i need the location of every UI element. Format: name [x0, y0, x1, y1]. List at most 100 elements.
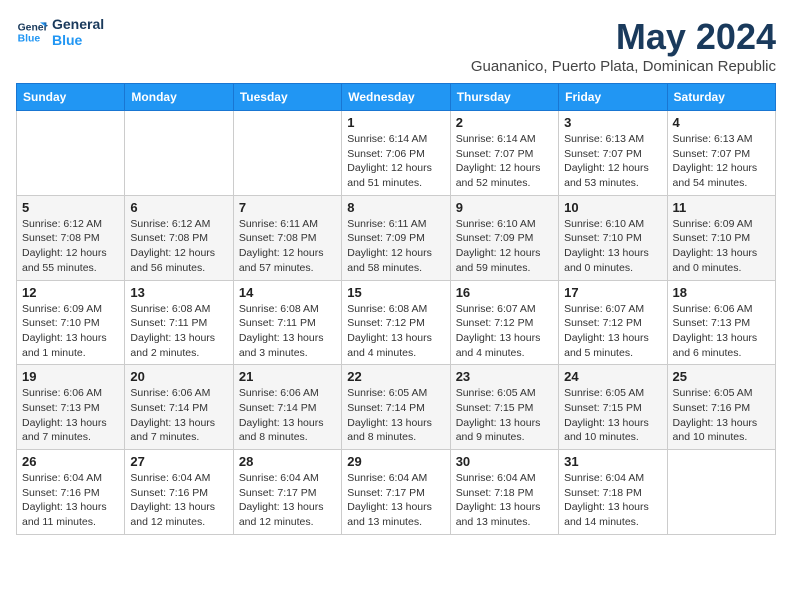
date-number: 15 — [347, 285, 444, 300]
calendar-cell: 31Sunrise: 6:04 AM Sunset: 7:18 PM Dayli… — [559, 450, 667, 535]
calendar-cell: 1 Sunrise: 6:14 AM Sunset: 7:06 PM Daylig… — [342, 111, 450, 196]
day-header-wednesday: Wednesday — [342, 84, 450, 111]
cell-info: Sunrise: 6:14 AM Sunset: 7:06 PM Dayligh… — [347, 132, 444, 191]
date-number: 8 — [347, 200, 444, 215]
date-number: 17 — [564, 285, 661, 300]
logo-line1: General — [52, 16, 104, 32]
cell-info: Sunrise: 6:08 AM Sunset: 7:11 PM Dayligh… — [239, 302, 336, 361]
date-number: 21 — [239, 369, 336, 384]
date-number: 26 — [22, 454, 119, 469]
date-number: 2 — [456, 115, 553, 130]
header: General Blue General Blue May 2024 Guana… — [16, 16, 776, 75]
day-header-tuesday: Tuesday — [233, 84, 341, 111]
day-header-sunday: Sunday — [17, 84, 125, 111]
calendar-cell: 19Sunrise: 6:06 AM Sunset: 7:13 PM Dayli… — [17, 365, 125, 450]
calendar-cell: 15 Sunrise: 6:08 AM Sunset: 7:12 PM Dayli… — [342, 280, 450, 365]
date-number: 25 — [673, 369, 770, 384]
date-number: 31 — [564, 454, 661, 469]
date-number: 4 — [673, 115, 770, 130]
date-number: 28 — [239, 454, 336, 469]
calendar-cell: 26 Sunrise: 6:04 AM Sunset: 7:16 PM Dayli… — [17, 450, 125, 535]
cell-info: Sunrise: 6:04 AM Sunset: 7:17 PM Dayligh… — [239, 471, 336, 530]
calendar-cell: 25 Sunrise: 6:05 AM Sunset: 7:16 PM Dayli… — [667, 365, 775, 450]
cell-info: Sunrise: 6:07 AM Sunset: 7:12 PM Dayligh… — [564, 302, 661, 361]
cell-info: Sunrise: 6:05 AM Sunset: 7:14 PM Dayligh… — [347, 386, 444, 445]
calendar-cell: 17 Sunrise: 6:07 AM Sunset: 7:12 PM Dayli… — [559, 280, 667, 365]
calendar-cell: 14 Sunrise: 6:08 AM Sunset: 7:11 PM Dayli… — [233, 280, 341, 365]
week-row-5: 26 Sunrise: 6:04 AM Sunset: 7:16 PM Dayli… — [17, 450, 776, 535]
date-number: 19 — [22, 369, 119, 384]
date-number: 3 — [564, 115, 661, 130]
calendar-cell — [17, 111, 125, 196]
calendar-cell: 4 Sunrise: 6:13 AM Sunset: 7:07 PM Daylig… — [667, 111, 775, 196]
cell-info: Sunrise: 6:14 AM Sunset: 7:07 PM Dayligh… — [456, 132, 553, 191]
cell-info: Sunrise: 6:07 AM Sunset: 7:12 PM Dayligh… — [456, 302, 553, 361]
calendar-cell: 9 Sunrise: 6:10 AM Sunset: 7:09 PM Daylig… — [450, 195, 558, 280]
cell-info: Sunrise: 6:09 AM Sunset: 7:10 PM Dayligh… — [673, 217, 770, 276]
calendar-cell: 7Sunrise: 6:11 AM Sunset: 7:08 PM Daylig… — [233, 195, 341, 280]
calendar-cell: 27 Sunrise: 6:04 AM Sunset: 7:16 PM Dayli… — [125, 450, 233, 535]
calendar-cell: 23 Sunrise: 6:05 AM Sunset: 7:15 PM Dayli… — [450, 365, 558, 450]
cell-info: Sunrise: 6:10 AM Sunset: 7:10 PM Dayligh… — [564, 217, 661, 276]
cell-info: Sunrise: 6:10 AM Sunset: 7:09 PM Dayligh… — [456, 217, 553, 276]
calendar-cell — [125, 111, 233, 196]
date-number: 9 — [456, 200, 553, 215]
cell-info: Sunrise: 6:05 AM Sunset: 7:15 PM Dayligh… — [456, 386, 553, 445]
calendar-cell: 8 Sunrise: 6:11 AM Sunset: 7:09 PM Daylig… — [342, 195, 450, 280]
cell-info: Sunrise: 6:06 AM Sunset: 7:14 PM Dayligh… — [239, 386, 336, 445]
svg-text:Blue: Blue — [18, 34, 41, 45]
date-number: 6 — [130, 200, 227, 215]
week-row-2: 5Sunrise: 6:12 AM Sunset: 7:08 PM Daylig… — [17, 195, 776, 280]
month-title: May 2024 — [471, 16, 776, 58]
week-row-4: 19Sunrise: 6:06 AM Sunset: 7:13 PM Dayli… — [17, 365, 776, 450]
calendar-cell: 28 Sunrise: 6:04 AM Sunset: 7:17 PM Dayli… — [233, 450, 341, 535]
date-number: 1 — [347, 115, 444, 130]
cell-info: Sunrise: 6:05 AM Sunset: 7:16 PM Dayligh… — [673, 386, 770, 445]
date-number: 10 — [564, 200, 661, 215]
logo: General Blue General Blue — [16, 16, 104, 48]
calendar-cell: 10 Sunrise: 6:10 AM Sunset: 7:10 PM Dayli… — [559, 195, 667, 280]
cell-info: Sunrise: 6:04 AM Sunset: 7:16 PM Dayligh… — [22, 471, 119, 530]
cell-info: Sunrise: 6:08 AM Sunset: 7:12 PM Dayligh… — [347, 302, 444, 361]
calendar-cell — [233, 111, 341, 196]
calendar-cell: 13Sunrise: 6:08 AM Sunset: 7:11 PM Dayli… — [125, 280, 233, 365]
logo-icon: General Blue — [16, 16, 48, 48]
cell-info: Sunrise: 6:09 AM Sunset: 7:10 PM Dayligh… — [22, 302, 119, 361]
week-row-3: 12Sunrise: 6:09 AM Sunset: 7:10 PM Dayli… — [17, 280, 776, 365]
cell-info: Sunrise: 6:11 AM Sunset: 7:09 PM Dayligh… — [347, 217, 444, 276]
calendar-cell: 16 Sunrise: 6:07 AM Sunset: 7:12 PM Dayli… — [450, 280, 558, 365]
day-header-monday: Monday — [125, 84, 233, 111]
cell-info: Sunrise: 6:11 AM Sunset: 7:08 PM Dayligh… — [239, 217, 336, 276]
day-header-friday: Friday — [559, 84, 667, 111]
day-header-saturday: Saturday — [667, 84, 775, 111]
calendar-table: SundayMondayTuesdayWednesdayThursdayFrid… — [16, 83, 776, 535]
calendar-cell: 22 Sunrise: 6:05 AM Sunset: 7:14 PM Dayli… — [342, 365, 450, 450]
cell-info: Sunrise: 6:08 AM Sunset: 7:11 PM Dayligh… — [130, 302, 227, 361]
date-number: 22 — [347, 369, 444, 384]
calendar-cell: 6 Sunrise: 6:12 AM Sunset: 7:08 PM Daylig… — [125, 195, 233, 280]
date-number: 18 — [673, 285, 770, 300]
cell-info: Sunrise: 6:05 AM Sunset: 7:15 PM Dayligh… — [564, 386, 661, 445]
date-number: 29 — [347, 454, 444, 469]
calendar-cell: 11 Sunrise: 6:09 AM Sunset: 7:10 PM Dayli… — [667, 195, 775, 280]
day-header-thursday: Thursday — [450, 84, 558, 111]
calendar-cell: 29 Sunrise: 6:04 AM Sunset: 7:17 PM Dayli… — [342, 450, 450, 535]
date-number: 14 — [239, 285, 336, 300]
cell-info: Sunrise: 6:13 AM Sunset: 7:07 PM Dayligh… — [564, 132, 661, 191]
cell-info: Sunrise: 6:04 AM Sunset: 7:17 PM Dayligh… — [347, 471, 444, 530]
location-title: Guananico, Puerto Plata, Dominican Repub… — [471, 58, 776, 75]
date-number: 30 — [456, 454, 553, 469]
calendar-cell: 30Sunrise: 6:04 AM Sunset: 7:18 PM Dayli… — [450, 450, 558, 535]
cell-info: Sunrise: 6:12 AM Sunset: 7:08 PM Dayligh… — [130, 217, 227, 276]
cell-info: Sunrise: 6:04 AM Sunset: 7:16 PM Dayligh… — [130, 471, 227, 530]
date-number: 23 — [456, 369, 553, 384]
calendar-cell: 18Sunrise: 6:06 AM Sunset: 7:13 PM Dayli… — [667, 280, 775, 365]
calendar-cell: 20Sunrise: 6:06 AM Sunset: 7:14 PM Dayli… — [125, 365, 233, 450]
date-number: 27 — [130, 454, 227, 469]
title-area: May 2024 Guananico, Puerto Plata, Domini… — [471, 16, 776, 75]
calendar-cell: 12Sunrise: 6:09 AM Sunset: 7:10 PM Dayli… — [17, 280, 125, 365]
cell-info: Sunrise: 6:13 AM Sunset: 7:07 PM Dayligh… — [673, 132, 770, 191]
date-number: 11 — [673, 200, 770, 215]
date-number: 20 — [130, 369, 227, 384]
date-number: 16 — [456, 285, 553, 300]
